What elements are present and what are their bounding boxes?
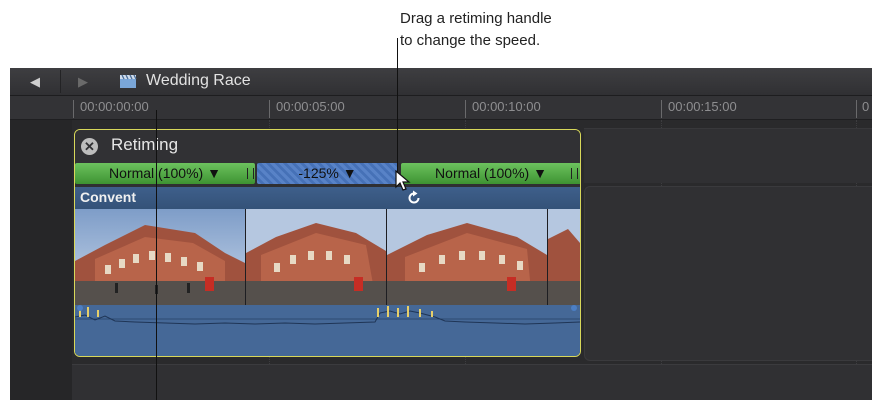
clapperboard-icon — [120, 74, 137, 88]
ruler-tick-label: 00:00:00:00 — [80, 99, 149, 114]
speed-segment-reverse[interactable]: -125% ▼ — [257, 163, 398, 184]
callout-text: Drag a retiming handle to change the spe… — [400, 8, 552, 52]
thumbnail-frame — [75, 209, 245, 305]
clip-name: Convent — [80, 189, 136, 205]
timeline-toolbar: ◀ ▶ Wedding Race — [10, 68, 872, 96]
ruler-tick — [73, 100, 74, 118]
timeline-tracks[interactable]: ✕ Retiming Normal (100%) ▼ -125% ▼ Norma… — [10, 120, 872, 400]
ruler-tick — [661, 100, 662, 118]
thumbnail-frame — [548, 209, 580, 305]
ruler-tick-label: 0 — [862, 99, 870, 114]
clip-header[interactable]: Convent — [75, 187, 580, 209]
speed-segment-label[interactable]: Normal (100%) ▼ — [435, 165, 547, 181]
forward-button[interactable]: ▶ — [78, 74, 88, 90]
video-filmstrip — [75, 209, 580, 305]
ruler-tick — [856, 100, 857, 118]
ruler-tick-label: 00:00:10:00 — [472, 99, 541, 114]
callout-line-1: Drag a retiming handle — [400, 10, 552, 27]
timecode-ruler[interactable]: 00:00:00:00 00:00:05:00 00:00:10:00 00:0… — [10, 96, 872, 120]
ruler-tick — [269, 100, 270, 118]
speed-segment-label[interactable]: -125% ▼ — [298, 165, 356, 181]
playhead[interactable] — [156, 110, 157, 400]
retiming-editor-header: ✕ Retiming — [75, 130, 580, 163]
back-button[interactable]: ◀ — [30, 74, 40, 90]
callout-line-2: to change the speed. — [400, 32, 541, 49]
close-circle-icon[interactable]: ✕ — [81, 138, 98, 155]
ruler-tick — [465, 100, 466, 118]
audio-waveform — [75, 305, 580, 356]
thumbnail-frame — [246, 209, 386, 305]
timeline-window: ◀ ▶ Wedding Race 00:00:00:00 00:00:05:00… — [10, 68, 872, 400]
toolbar-divider — [60, 70, 61, 93]
mouse-cursor-icon — [395, 170, 411, 191]
speed-segment-normal[interactable]: Normal (100%) ▼ — [75, 163, 255, 184]
thumbnail-frame — [387, 209, 547, 305]
retiming-handle[interactable] — [571, 168, 578, 179]
retiming-label: Retiming — [111, 135, 179, 154]
empty-track-area — [72, 364, 872, 400]
selected-clip[interactable]: ✕ Retiming Normal (100%) ▼ -125% ▼ Norma… — [74, 129, 581, 357]
project-title: Wedding Race — [146, 72, 251, 89]
speed-segment-label[interactable]: Normal (100%) ▼ — [109, 165, 221, 181]
ruler-tick-label: 00:00:05:00 — [276, 99, 345, 114]
retiming-handle[interactable] — [247, 168, 254, 179]
empty-track-area — [584, 128, 872, 183]
ruler-tick-label: 00:00:15:00 — [668, 99, 737, 114]
callout-pointer-line — [397, 38, 398, 183]
gap-clip[interactable] — [584, 186, 872, 361]
speed-segment-normal[interactable]: Normal (100%) ▼ — [401, 163, 580, 184]
track-header-column — [10, 120, 72, 400]
